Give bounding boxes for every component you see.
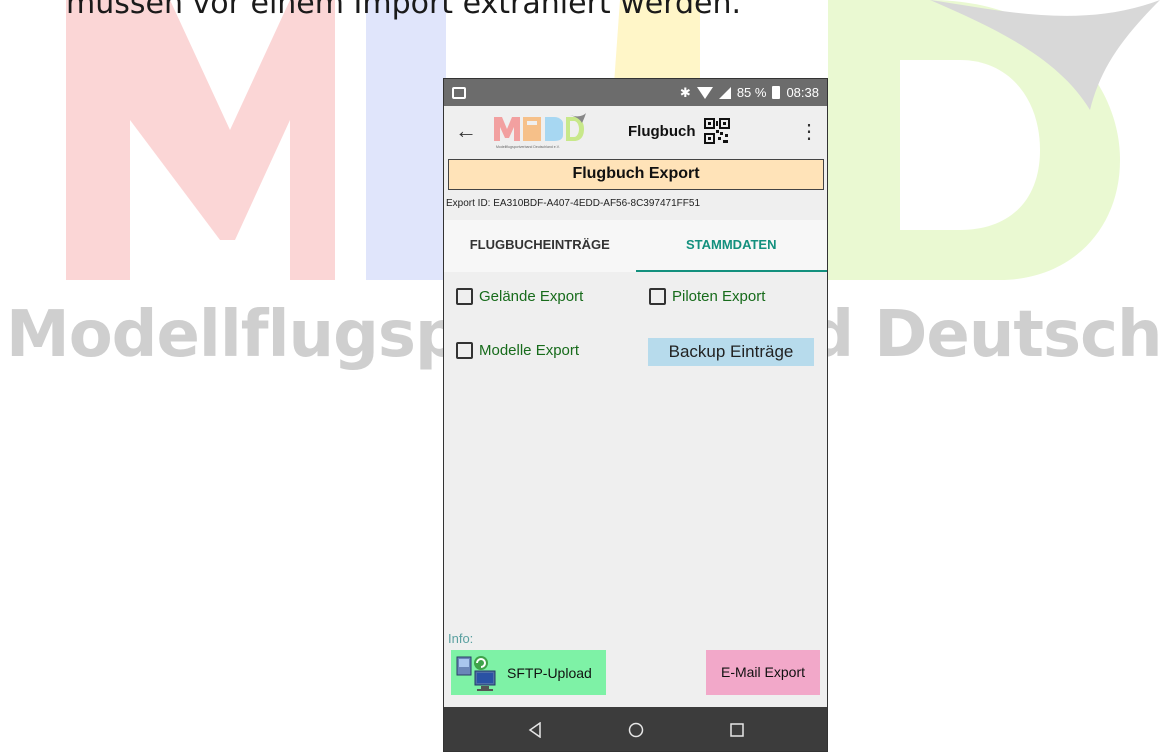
nav-recents-icon[interactable] bbox=[723, 720, 751, 740]
status-time: 08:38 bbox=[786, 85, 819, 100]
phone-screen: ✱ 85 % 08:38 ← Modellflugsportverband De… bbox=[443, 78, 828, 752]
piloten-export-option[interactable]: Piloten Export bbox=[649, 288, 765, 305]
signal-icon bbox=[718, 86, 731, 99]
piloten-export-checkbox[interactable] bbox=[649, 288, 666, 305]
qr-code-icon[interactable] bbox=[703, 118, 730, 144]
email-export-button[interactable]: E-Mail Export bbox=[706, 650, 820, 695]
system-nav-bar bbox=[444, 707, 827, 751]
battery-icon bbox=[772, 86, 781, 99]
mfsd-logo-graphic: Modellflugsportverband Deutschland e.V. bbox=[494, 113, 586, 149]
modelle-export-option[interactable]: Modelle Export bbox=[456, 342, 579, 359]
tab-flugbucheintraege[interactable]: FLUGBUCHEINTRÄGE bbox=[444, 220, 636, 272]
gelaende-export-option[interactable]: Gelände Export bbox=[456, 288, 583, 305]
back-arrow-icon[interactable]: ← bbox=[444, 118, 488, 144]
app-title: Flugbuch bbox=[628, 122, 696, 140]
mfsd-logo: Modellflugsportverband Deutschland e.V. bbox=[488, 111, 588, 151]
nav-back-icon[interactable] bbox=[521, 720, 549, 740]
sftp-upload-label: SFTP-Upload bbox=[507, 664, 592, 681]
app-bar: ← Modellflugsportverband Deutschland e.V… bbox=[444, 106, 827, 156]
tab-bar: FLUGBUCHEINTRÄGE STAMMDATEN bbox=[444, 220, 827, 272]
modelle-export-checkbox[interactable] bbox=[456, 342, 473, 359]
status-right: ✱ 85 % 08:38 bbox=[680, 85, 819, 101]
bluetooth-icon: ✱ bbox=[679, 84, 691, 100]
gelaende-export-label: Gelände Export bbox=[479, 288, 584, 305]
export-id: Export ID: EA310BDF-A407-4EDD-AF56-8C397… bbox=[446, 198, 701, 209]
nav-home-icon[interactable] bbox=[622, 720, 650, 740]
image-icon bbox=[452, 86, 466, 99]
slide-caption: müssen vor einem Import extrahiert werde… bbox=[66, 0, 742, 21]
gelaende-export-checkbox[interactable] bbox=[456, 288, 473, 305]
sftp-computer-icon bbox=[456, 655, 496, 691]
status-bar: ✱ 85 % 08:38 bbox=[444, 79, 827, 106]
tab-stammdaten[interactable]: STAMMDATEN bbox=[635, 220, 827, 272]
svg-text:Modellflugsportverband Deutsch: Modellflugsportverband Deutschland e.V. bbox=[496, 145, 560, 149]
info-label: Info: bbox=[448, 631, 474, 646]
backup-entries-button[interactable]: Backup Einträge bbox=[648, 338, 814, 366]
modelle-export-label: Modelle Export bbox=[479, 342, 580, 359]
battery-percent: 85 % bbox=[736, 85, 767, 100]
piloten-export-label: Piloten Export bbox=[672, 288, 766, 305]
section-header: Flugbuch Export bbox=[448, 159, 824, 190]
sftp-upload-button[interactable]: SFTP-Upload bbox=[451, 650, 606, 695]
overflow-menu-icon[interactable]: ⋮ bbox=[791, 119, 827, 144]
wifi-icon bbox=[696, 86, 713, 99]
